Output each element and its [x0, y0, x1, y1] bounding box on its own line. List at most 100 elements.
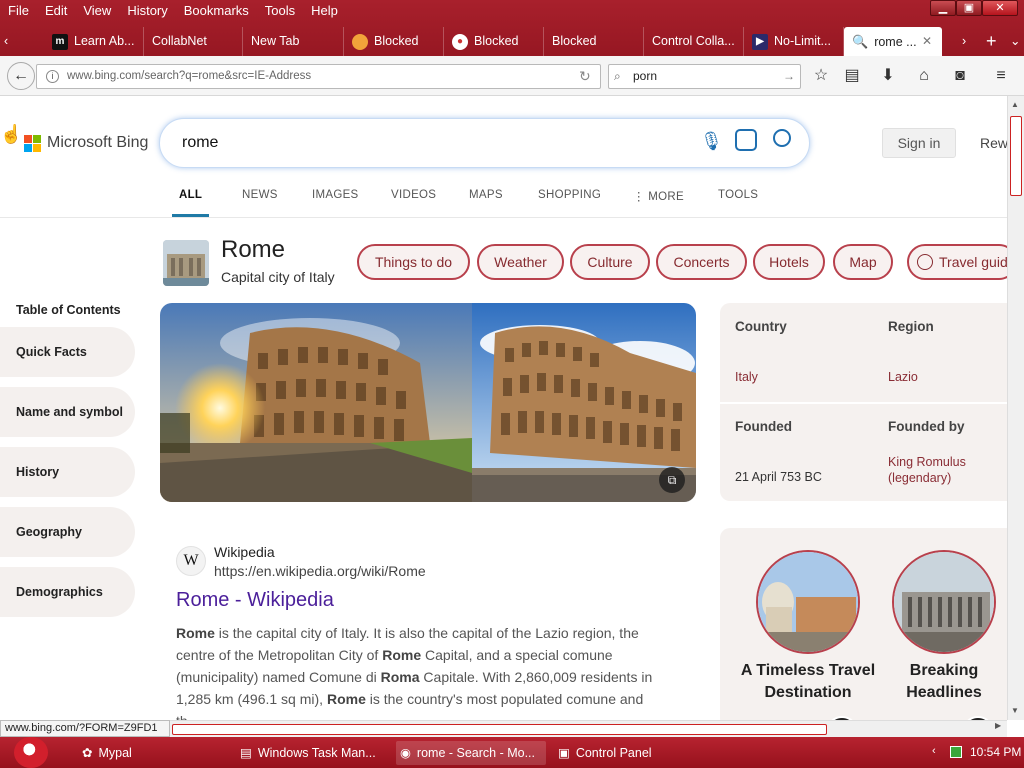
tab-no-limit[interactable]: ▶ No-Limit... [744, 27, 844, 56]
download-arrow-icon[interactable]: ⬇ [875, 63, 901, 89]
pill-map[interactable]: Map [833, 244, 893, 280]
tab-scroll-left-icon[interactable]: ‹ [0, 27, 20, 56]
scroll-right-arrow-icon[interactable]: ▶ [995, 721, 1001, 730]
result-snippet: Rome is the capital city of Italy. It is… [176, 625, 653, 720]
tab-control-collab[interactable]: Control Colla... [644, 27, 744, 56]
tab-rome-search[interactable]: 🔍 rome ... ✕ [844, 27, 942, 56]
pill-travel-guide[interactable]: Travel guid [907, 244, 1007, 280]
taskbar-control-panel[interactable]: ▣ Control Panel [554, 741, 704, 765]
tab-images[interactable]: IMAGES [312, 189, 359, 201]
rome-thumbnail[interactable] [163, 240, 209, 286]
tab-collabnet[interactable]: CollabNet [144, 27, 243, 56]
bing-search-box[interactable]: 🎙 [159, 118, 810, 168]
tab-scroll-right-icon[interactable]: › [958, 27, 978, 56]
pill-hotels[interactable]: Hotels [753, 244, 825, 280]
microsoft-logo-icon [24, 134, 41, 152]
toc-quick-facts[interactable]: Quick Facts [0, 327, 135, 377]
hamburger-menu-icon[interactable]: ≡ [988, 63, 1014, 89]
back-arrow-icon[interactable]: ← [7, 62, 35, 90]
search-go-arrow-icon[interactable]: → [783, 65, 795, 88]
vertical-scrollbar[interactable]: ▲ ▼ [1007, 96, 1024, 720]
taskbar-mypal[interactable]: ✿ Mypal [78, 741, 228, 765]
tray-expand-icon[interactable]: ‹ [932, 745, 936, 757]
rewards-link[interactable]: Rew [980, 135, 1007, 151]
result-url[interactable]: https://en.wikipedia.org/wiki/Rome [214, 563, 426, 579]
tab-new-tab[interactable]: New Tab [243, 27, 344, 56]
tab-blocked-3[interactable]: Blocked [544, 27, 644, 56]
pill-concerts[interactable]: Concerts [656, 244, 747, 280]
menu-edit[interactable]: Edit [37, 0, 75, 22]
search-field[interactable]: ⌕ porn → [608, 64, 801, 89]
result-title-link[interactable]: Rome - Wikipedia [176, 589, 334, 612]
scroll-down-arrow-icon[interactable]: ▼ [1011, 706, 1019, 715]
new-tab-plus-icon[interactable]: + [982, 27, 1004, 56]
sign-in-button[interactable]: Sign in [882, 128, 956, 158]
search-submit-icon[interactable] [773, 129, 791, 147]
menu-file[interactable]: File [0, 0, 37, 22]
taskbar-clock[interactable]: 10:54 PM [970, 745, 1021, 759]
taskbar-item-label: rome - Search - Mo... [416, 746, 536, 760]
tab-blocked-2[interactable]: ● Blocked [444, 27, 544, 56]
video-title-travel[interactable]: A Timeless Travel Destination [734, 660, 882, 704]
tab-close-icon[interactable]: ✕ [922, 27, 932, 56]
toc-demographics[interactable]: Demographics [0, 567, 135, 617]
close-window-button[interactable]: ✕ [982, 0, 1018, 16]
start-button[interactable] [14, 737, 48, 768]
pill-culture[interactable]: Culture [570, 244, 650, 280]
info-icon[interactable]: i [46, 70, 59, 83]
tab-blocked-1[interactable]: Blocked [344, 27, 444, 56]
reload-icon[interactable]: ↻ [579, 65, 591, 88]
menu-tools[interactable]: Tools [257, 0, 303, 22]
country-value-link[interactable]: Italy [735, 370, 758, 384]
tab-tools[interactable]: TOOLS [718, 189, 758, 201]
video-thumbnail-travel[interactable] [756, 550, 860, 654]
tab-more[interactable]: ⋮ MORE [633, 189, 684, 203]
magnifier-icon: ⌕ [614, 69, 621, 83]
visual-search-camera-icon[interactable] [735, 129, 757, 151]
tab-all[interactable]: ALL [179, 189, 202, 201]
pill-weather[interactable]: Weather [477, 244, 564, 280]
tab-list-icon[interactable]: ⌄ [1004, 27, 1024, 56]
tab-news[interactable]: NEWS [242, 189, 278, 201]
pocket-icon[interactable]: ◙ [947, 63, 973, 89]
bing-search-input[interactable] [182, 119, 682, 167]
search-scope-tabs: ALL NEWS IMAGES VIDEOS MAPS SHOPPING ⋮ M… [0, 180, 1007, 218]
quick-facts-card: Country Italy Region Lazio Founded 21 Ap… [720, 303, 1007, 501]
video-title-headlines[interactable]: Breaking Headlines [870, 660, 1007, 704]
minimize-button[interactable]: ▁ [930, 0, 956, 16]
founded-by-value-link[interactable]: King Romulus (legendary) [888, 454, 998, 486]
toc-geography[interactable]: Geography [0, 507, 135, 557]
network-icon[interactable] [950, 746, 962, 758]
scrollbar-thumb[interactable] [1010, 116, 1022, 196]
bookmark-star-icon[interactable]: ☆ [808, 63, 834, 89]
facts-divider [720, 402, 1007, 404]
menu-view[interactable]: View [75, 0, 119, 22]
menu-bookmarks[interactable]: Bookmarks [176, 0, 257, 22]
pill-things-to-do[interactable]: Things to do [357, 244, 470, 280]
tab-maps[interactable]: MAPS [469, 189, 503, 201]
scroll-up-arrow-icon[interactable]: ▲ [1011, 100, 1019, 109]
menu-history[interactable]: History [119, 0, 175, 22]
bing-logo[interactable]: Microsoft Bing [24, 134, 148, 152]
menu-help[interactable]: Help [303, 0, 346, 22]
maximize-button[interactable]: ▣ [956, 0, 982, 16]
tab-shopping[interactable]: SHOPPING [538, 189, 601, 201]
taskbar-rome-search[interactable]: ◉ rome - Search - Mo... [396, 741, 546, 765]
toc-name-and-symbol[interactable]: Name and symbol [0, 387, 135, 437]
wikipedia-icon: W [176, 546, 206, 576]
rome-hero-image[interactable]: ⧉ [160, 303, 696, 502]
region-value-link[interactable]: Lazio [888, 370, 918, 384]
expand-gallery-icon[interactable]: ⧉ [659, 467, 685, 493]
address-bar[interactable]: i www.bing.com/search?q=rome&src=IE-Addr… [36, 64, 601, 89]
search-icon: 🔍 [852, 34, 869, 49]
video-thumbnail-headlines[interactable] [892, 550, 996, 654]
reader-list-icon[interactable]: ▤ [839, 63, 865, 89]
microphone-icon[interactable]: 🎙 [700, 131, 723, 152]
home-icon[interactable]: ⌂ [911, 63, 937, 89]
taskbar-task-manager[interactable]: ▤ Windows Task Man... [236, 741, 388, 765]
toc-history[interactable]: History [0, 447, 135, 497]
horizontal-scrollbar[interactable]: ▶ [170, 720, 1007, 737]
hscroll-thumb[interactable] [172, 724, 827, 735]
tab-learn-about[interactable]: m Learn Ab... [44, 27, 144, 56]
tab-videos[interactable]: VIDEOS [391, 189, 436, 201]
